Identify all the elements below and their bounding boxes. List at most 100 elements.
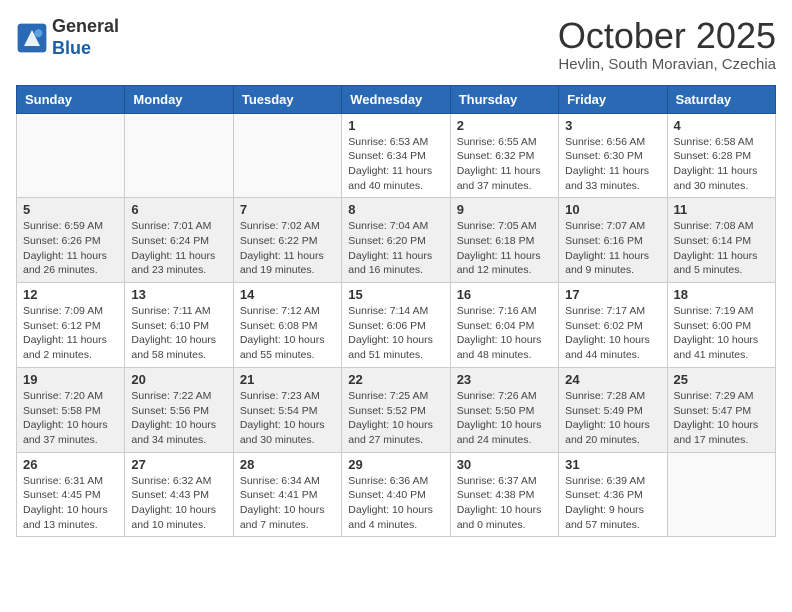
day-number: 20 [131,372,226,387]
day-number: 18 [674,287,769,302]
day-info: Sunrise: 7:04 AM Sunset: 6:20 PM Dayligh… [348,219,443,278]
day-number: 14 [240,287,335,302]
calendar-cell [125,113,233,198]
day-info: Sunrise: 7:23 AM Sunset: 5:54 PM Dayligh… [240,389,335,448]
calendar-cell: 16 Sunrise: 7:16 AM Sunset: 6:04 PM Dayli… [450,283,558,368]
day-info: Sunrise: 6:39 AM Sunset: 4:36 PM Dayligh… [565,474,660,533]
calendar-week-row: 26 Sunrise: 6:31 AM Sunset: 4:45 PM Dayli… [17,452,776,537]
day-info: Sunrise: 6:58 AM Sunset: 6:28 PM Dayligh… [674,135,769,194]
day-number: 31 [565,457,660,472]
day-info: Sunrise: 7:11 AM Sunset: 6:10 PM Dayligh… [131,304,226,363]
day-number: 26 [23,457,118,472]
day-info: Sunrise: 6:56 AM Sunset: 6:30 PM Dayligh… [565,135,660,194]
calendar-cell: 17 Sunrise: 7:17 AM Sunset: 6:02 PM Dayli… [559,283,667,368]
day-number: 1 [348,118,443,133]
calendar-cell: 24Sunrise: 7:28 AM Sunset: 5:49 PM Dayli… [559,367,667,452]
day-number: 23 [457,372,552,387]
day-number: 28 [240,457,335,472]
calendar-cell: 15 Sunrise: 7:14 AM Sunset: 6:06 PM Dayli… [342,283,450,368]
column-header-thursday: Thursday [450,85,558,113]
day-info: Sunrise: 7:14 AM Sunset: 6:06 PM Dayligh… [348,304,443,363]
day-number: 10 [565,202,660,217]
day-number: 30 [457,457,552,472]
column-header-sunday: Sunday [17,85,125,113]
calendar-cell: 3 Sunrise: 6:56 AM Sunset: 6:30 PM Daylig… [559,113,667,198]
calendar-week-row: 19Sunrise: 7:20 AM Sunset: 5:58 PM Dayli… [17,367,776,452]
day-info: Sunrise: 7:17 AM Sunset: 6:02 PM Dayligh… [565,304,660,363]
calendar-cell: 14Sunrise: 7:12 AM Sunset: 6:08 PM Dayli… [233,283,341,368]
day-number: 22 [348,372,443,387]
day-info: Sunrise: 7:07 AM Sunset: 6:16 PM Dayligh… [565,219,660,278]
day-number: 9 [457,202,552,217]
day-info: Sunrise: 6:34 AM Sunset: 4:41 PM Dayligh… [240,474,335,533]
day-info: Sunrise: 6:32 AM Sunset: 4:43 PM Dayligh… [131,474,226,533]
calendar-cell: 10 Sunrise: 7:07 AM Sunset: 6:16 PM Dayli… [559,198,667,283]
day-info: Sunrise: 7:02 AM Sunset: 6:22 PM Dayligh… [240,219,335,278]
page-header: General Blue October 2025 Hevlin, South … [16,16,776,73]
column-header-saturday: Saturday [667,85,775,113]
calendar-cell: 8Sunrise: 7:04 AM Sunset: 6:20 PM Daylig… [342,198,450,283]
calendar-cell: 21 Sunrise: 7:23 AM Sunset: 5:54 PM Dayli… [233,367,341,452]
calendar-cell: 26 Sunrise: 6:31 AM Sunset: 4:45 PM Dayli… [17,452,125,537]
day-number: 15 [348,287,443,302]
title-block: October 2025 Hevlin, South Moravian, Cze… [558,16,776,73]
day-info: Sunrise: 6:53 AM Sunset: 6:34 PM Dayligh… [348,135,443,194]
column-header-monday: Monday [125,85,233,113]
day-info: Sunrise: 7:19 AM Sunset: 6:00 PM Dayligh… [674,304,769,363]
calendar-cell: 12Sunrise: 7:09 AM Sunset: 6:12 PM Dayli… [17,283,125,368]
day-number: 27 [131,457,226,472]
calendar-cell: 20 Sunrise: 7:22 AM Sunset: 5:56 PM Dayli… [125,367,233,452]
day-info: Sunrise: 7:28 AM Sunset: 5:49 PM Dayligh… [565,389,660,448]
day-number: 6 [131,202,226,217]
column-header-wednesday: Wednesday [342,85,450,113]
calendar-cell: 4Sunrise: 6:58 AM Sunset: 6:28 PM Daylig… [667,113,775,198]
day-number: 16 [457,287,552,302]
day-number: 7 [240,202,335,217]
day-number: 12 [23,287,118,302]
day-number: 21 [240,372,335,387]
day-info: Sunrise: 7:16 AM Sunset: 6:04 PM Dayligh… [457,304,552,363]
calendar-header-row: SundayMondayTuesdayWednesdayThursdayFrid… [17,85,776,113]
calendar-cell: 1 Sunrise: 6:53 AM Sunset: 6:34 PM Daylig… [342,113,450,198]
calendar-cell: 2Sunrise: 6:55 AM Sunset: 6:32 PM Daylig… [450,113,558,198]
day-info: Sunrise: 6:31 AM Sunset: 4:45 PM Dayligh… [23,474,118,533]
calendar-cell [667,452,775,537]
day-info: Sunrise: 7:22 AM Sunset: 5:56 PM Dayligh… [131,389,226,448]
day-info: Sunrise: 7:26 AM Sunset: 5:50 PM Dayligh… [457,389,552,448]
day-number: 2 [457,118,552,133]
calendar-cell: 22 Sunrise: 7:25 AM Sunset: 5:52 PM Dayli… [342,367,450,452]
calendar-cell: 6 Sunrise: 7:01 AM Sunset: 6:24 PM Daylig… [125,198,233,283]
calendar-cell: 31 Sunrise: 6:39 AM Sunset: 4:36 PM Dayli… [559,452,667,537]
calendar-cell: 18 Sunrise: 7:19 AM Sunset: 6:00 PM Dayli… [667,283,775,368]
logo-text: General Blue [52,16,119,59]
calendar-cell: 28 Sunrise: 6:34 AM Sunset: 4:41 PM Dayli… [233,452,341,537]
day-number: 11 [674,202,769,217]
calendar-cell: 13 Sunrise: 7:11 AM Sunset: 6:10 PM Dayli… [125,283,233,368]
calendar-cell [233,113,341,198]
day-number: 3 [565,118,660,133]
day-info: Sunrise: 7:25 AM Sunset: 5:52 PM Dayligh… [348,389,443,448]
day-number: 13 [131,287,226,302]
day-number: 17 [565,287,660,302]
day-info: Sunrise: 6:36 AM Sunset: 4:40 PM Dayligh… [348,474,443,533]
calendar-cell: 5Sunrise: 6:59 AM Sunset: 6:26 PM Daylig… [17,198,125,283]
calendar-cell: 29 Sunrise: 6:36 AM Sunset: 4:40 PM Dayli… [342,452,450,537]
column-header-tuesday: Tuesday [233,85,341,113]
month-title: October 2025 [558,16,776,56]
day-number: 5 [23,202,118,217]
calendar-cell: 23 Sunrise: 7:26 AM Sunset: 5:50 PM Dayli… [450,367,558,452]
day-info: Sunrise: 6:37 AM Sunset: 4:38 PM Dayligh… [457,474,552,533]
calendar-table: SundayMondayTuesdayWednesdayThursdayFrid… [16,85,776,538]
calendar-cell: 25Sunrise: 7:29 AM Sunset: 5:47 PM Dayli… [667,367,775,452]
day-info: Sunrise: 7:05 AM Sunset: 6:18 PM Dayligh… [457,219,552,278]
calendar-cell: 9 Sunrise: 7:05 AM Sunset: 6:18 PM Daylig… [450,198,558,283]
calendar-week-row: 1 Sunrise: 6:53 AM Sunset: 6:34 PM Daylig… [17,113,776,198]
calendar-cell: 30 Sunrise: 6:37 AM Sunset: 4:38 PM Dayli… [450,452,558,537]
calendar-cell [17,113,125,198]
day-info: Sunrise: 7:01 AM Sunset: 6:24 PM Dayligh… [131,219,226,278]
day-number: 19 [23,372,118,387]
calendar-cell: 19Sunrise: 7:20 AM Sunset: 5:58 PM Dayli… [17,367,125,452]
logo: General Blue [16,16,119,59]
calendar-cell: 11Sunrise: 7:08 AM Sunset: 6:14 PM Dayli… [667,198,775,283]
day-number: 29 [348,457,443,472]
